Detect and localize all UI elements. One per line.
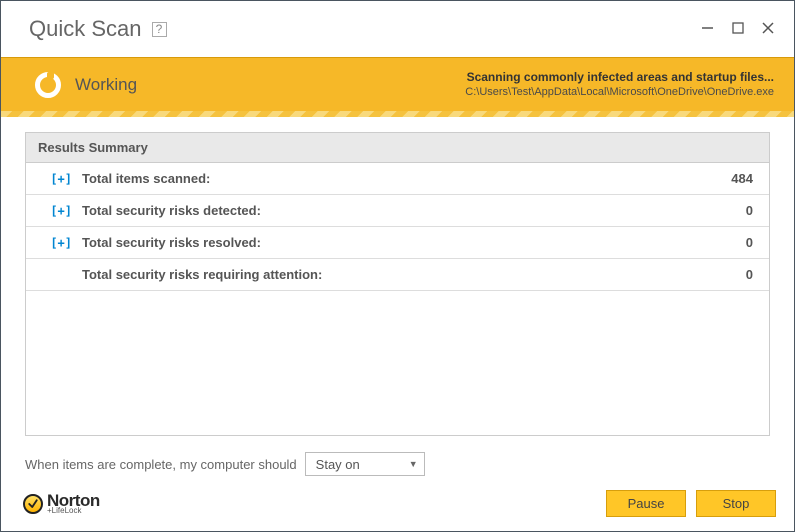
completion-option: When items are complete, my computer sho…	[1, 440, 794, 484]
expand-icon[interactable]: [+]	[38, 236, 82, 250]
brand-check-icon	[23, 494, 43, 514]
content-area: Results Summary [+] Total items scanned:…	[1, 112, 794, 440]
window-title: Quick Scan	[29, 16, 142, 42]
row-label: Total items scanned:	[82, 171, 731, 186]
status-current-path: C:\Users\Test\AppData\Local\Microsoft\On…	[465, 85, 774, 99]
status-bar: Working Scanning commonly infected areas…	[1, 57, 794, 112]
action-buttons: Pause Stop	[606, 490, 776, 517]
brand-text: Norton +LifeLock	[47, 492, 100, 515]
status-heading: Scanning commonly infected areas and sta…	[465, 70, 774, 86]
pause-button[interactable]: Pause	[606, 490, 686, 517]
results-summary-panel: Results Summary [+] Total items scanned:…	[25, 132, 770, 436]
titlebar-left: Quick Scan ?	[29, 16, 167, 42]
row-value: 0	[746, 203, 757, 218]
completion-select-value: Stay on	[316, 457, 360, 472]
row-label: Total security risks detected:	[82, 203, 746, 218]
row-value: 0	[746, 235, 757, 250]
close-button[interactable]	[762, 21, 774, 38]
help-icon[interactable]: ?	[152, 22, 167, 37]
brand-logo: Norton +LifeLock	[23, 492, 100, 515]
status-detail: Scanning commonly infected areas and sta…	[465, 70, 774, 100]
status-left: Working	[35, 72, 137, 98]
titlebar: Quick Scan ?	[1, 1, 794, 57]
window-controls	[701, 21, 774, 38]
brand-subtext: +LifeLock	[47, 507, 100, 515]
row-value: 484	[731, 171, 757, 186]
expand-icon[interactable]: [+]	[38, 172, 82, 186]
scan-window: Quick Scan ? Working Scanning commonly i…	[0, 0, 795, 532]
row-label: Total security risks requiring attention…	[82, 267, 746, 282]
bottom-bar: Norton +LifeLock Pause Stop	[1, 484, 794, 531]
completion-select[interactable]: Stay on ▼	[305, 452, 425, 476]
summary-row-risks-resolved: [+] Total security risks resolved: 0	[26, 227, 769, 259]
row-value: 0	[746, 267, 757, 282]
spinner-icon	[35, 72, 61, 98]
summary-row-risks-detected: [+] Total security risks detected: 0	[26, 195, 769, 227]
row-label: Total security risks resolved:	[82, 235, 746, 250]
maximize-button[interactable]	[732, 21, 744, 38]
expand-icon[interactable]: [+]	[38, 204, 82, 218]
summary-row-items-scanned: [+] Total items scanned: 484	[26, 163, 769, 195]
stop-button[interactable]: Stop	[696, 490, 776, 517]
status-label: Working	[75, 75, 137, 95]
summary-row-risks-attention: Total security risks requiring attention…	[26, 259, 769, 291]
completion-option-label: When items are complete, my computer sho…	[25, 457, 297, 472]
results-summary-header: Results Summary	[26, 133, 769, 163]
chevron-down-icon: ▼	[409, 459, 418, 469]
minimize-button[interactable]	[701, 21, 714, 38]
